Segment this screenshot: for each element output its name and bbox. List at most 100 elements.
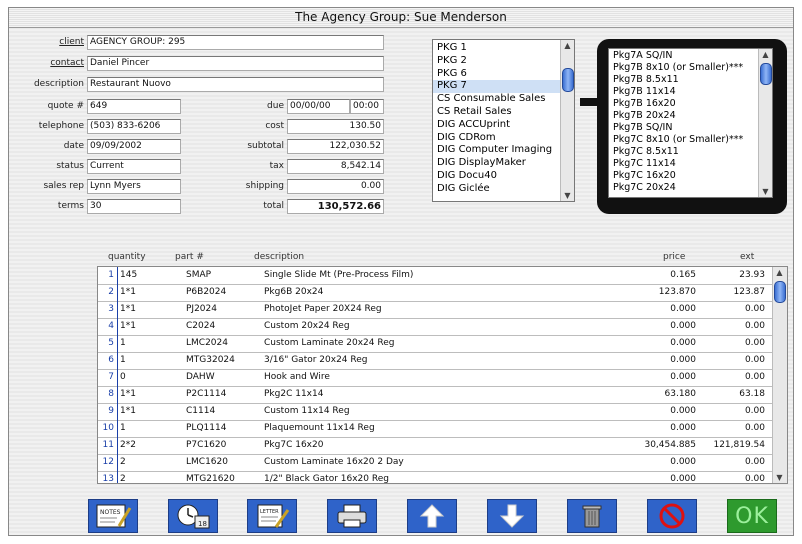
terms-field[interactable]: 30 [87, 199, 181, 214]
cell-qty[interactable]: 1 [120, 335, 180, 352]
scroll-thumb[interactable] [774, 281, 786, 303]
cell-qty[interactable]: 1*1 [120, 301, 180, 318]
category-list-item[interactable]: CS Retail Sales [433, 106, 574, 119]
product-list-item[interactable]: Pkg7C 8x10 (or Smaller)*** [609, 134, 772, 146]
cell-price[interactable]: 0.000 [568, 471, 696, 483]
cell-desc[interactable]: Pkg2C 11x14 [264, 386, 564, 403]
cell-price[interactable]: 0.000 [568, 301, 696, 318]
scroll-down-arrow-icon[interactable]: ▼ [773, 472, 786, 483]
cell-part[interactable]: P7C1620 [186, 437, 261, 454]
category-list-item[interactable]: DIG Giclée [433, 183, 574, 196]
cell-desc[interactable]: Custom 11x14 Reg [264, 403, 564, 420]
cell-price[interactable]: 123.870 [568, 284, 696, 301]
telephone-field[interactable]: (503) 833-6206 [87, 119, 181, 134]
table-row[interactable]: 1 145 SMAP Single Slide Mt (Pre-Process Fil… [98, 267, 772, 285]
cell-ext[interactable]: 0.00 [700, 335, 765, 352]
category-list[interactable]: PKG 1 PKG 2 PKG 6 PKG 7 CS Consumable Sales C… [432, 39, 575, 202]
cell-part[interactable]: P6B2024 [186, 284, 261, 301]
product-list-item[interactable]: Pkg7A SQ/IN [609, 50, 772, 62]
quote-number-field[interactable]: 649 [87, 99, 181, 114]
category-list-item[interactable]: PKG 1 [433, 42, 574, 55]
cell-ext[interactable]: 121,819.54 [700, 437, 765, 454]
due-time-field[interactable]: 00:00 [350, 99, 384, 114]
category-list-scrollbar[interactable]: ▲ ▼ [560, 40, 574, 201]
product-list-item[interactable]: Pkg7B 8x10 (or Smaller)*** [609, 62, 772, 74]
notes-button[interactable]: NOTES [88, 499, 138, 533]
cell-part[interactable]: C1114 [186, 403, 261, 420]
product-list-item[interactable]: Pkg7B 8.5x11 [609, 74, 772, 86]
cell-qty[interactable]: 1*1 [120, 403, 180, 420]
cell-price[interactable]: 63.180 [568, 386, 697, 403]
cell-ext[interactable]: 0.00 [700, 454, 765, 471]
scroll-thumb[interactable] [760, 63, 772, 85]
cell-ext[interactable]: 63.18 [700, 386, 765, 403]
cell-desc[interactable]: 1/2" Black Gator 16x20 Reg [264, 471, 564, 483]
scroll-up-arrow-icon[interactable]: ▲ [773, 267, 786, 278]
cell-desc[interactable]: Pkg6B 20x24 [264, 284, 564, 301]
cell-qty[interactable]: 2 [120, 471, 180, 483]
due-date-field[interactable]: 00/00/00 [287, 99, 350, 114]
cell-qty[interactable]: 2 [120, 454, 180, 471]
subtotal-field[interactable]: 122,030.52 [287, 139, 384, 154]
table-row[interactable]: 10 1 PLQ1114 Plaquemount 11x14 Reg 0.000 0.00 [98, 420, 772, 438]
table-scrollbar[interactable]: ▲ ▼ [772, 267, 787, 483]
product-list-scrollbar[interactable]: ▲ ▼ [758, 49, 772, 197]
product-list-item[interactable]: Pkg7C 20x24 [609, 182, 772, 194]
category-list-item[interactable]: DIG DisplayMaker [433, 157, 574, 170]
delete-button[interactable] [567, 499, 617, 533]
cell-desc[interactable]: PhotoJet Paper 20X24 Reg [264, 301, 564, 318]
product-list[interactable]: Pkg7A SQ/IN Pkg7B 8x10 (or Smaller)*** Pkg… [608, 48, 773, 198]
table-row[interactable]: 4 1*1 C2024 Custom 20x24 Reg 0.000 0.00 [98, 318, 772, 336]
scroll-thumb[interactable] [562, 68, 574, 92]
table-row[interactable]: 9 1*1 C1114 Custom 11x14 Reg 0.000 0.00 [98, 403, 772, 421]
cell-price[interactable]: 0.000 [568, 369, 696, 386]
cancel-button[interactable] [647, 499, 697, 533]
category-list-item[interactable]: DIG ACCUprint [433, 119, 574, 132]
table-row[interactable]: 12 2 LMC1620 Custom Laminate 16x20 2 Day 0.0… [98, 454, 772, 472]
cell-part[interactable]: MTG32024 [186, 352, 261, 369]
cell-ext[interactable]: 0.00 [700, 301, 765, 318]
cell-ext[interactable]: 0.00 [700, 352, 765, 369]
shipping-field[interactable]: 0.00 [287, 179, 384, 194]
product-list-item[interactable]: Pkg7B 16x20 [609, 98, 772, 110]
cell-price[interactable]: 0.000 [568, 335, 696, 352]
cell-desc[interactable]: Single Slide Mt (Pre-Process Film) [264, 267, 564, 284]
product-list-item[interactable]: Pkg7C 16x20 [609, 170, 772, 182]
cell-part[interactable]: C2024 [186, 318, 261, 335]
table-row[interactable]: 7 0 DAHW Hook and Wire 0.000 0.00 [98, 369, 772, 387]
cell-qty[interactable]: 1*1 [120, 284, 180, 301]
cell-ext[interactable]: 0.00 [700, 471, 765, 483]
cell-part[interactable]: SMAP [186, 267, 261, 284]
status-field[interactable]: Current [87, 159, 181, 174]
cell-price[interactable]: 0.000 [568, 420, 696, 437]
cell-part[interactable]: P2C1114 [186, 386, 261, 403]
product-list-item[interactable]: Pkg7B SQ/IN [609, 122, 772, 134]
table-row[interactable]: 5 1 LMC2024 Custom Laminate 20x24 Reg 0.000 0… [98, 335, 772, 353]
scroll-down-arrow-icon[interactable]: ▼ [759, 186, 772, 197]
client-field[interactable]: AGENCY GROUP: 295 [87, 35, 384, 50]
cell-price[interactable]: 0.000 [568, 403, 696, 420]
cell-ext[interactable]: 0.00 [700, 403, 765, 420]
cell-desc[interactable]: Custom Laminate 16x20 2 Day [264, 454, 564, 471]
cell-qty[interactable]: 1*1 [120, 318, 180, 335]
cell-part[interactable]: LMC2024 [186, 335, 261, 352]
category-list-item[interactable]: DIG Docu40 [433, 170, 574, 183]
date-field[interactable]: 09/09/2002 [87, 139, 181, 154]
cell-ext[interactable]: 23.93 [700, 267, 765, 284]
total-field[interactable]: 130,572.66 [287, 199, 384, 214]
cell-price[interactable]: 30,454.885 [568, 437, 696, 454]
move-down-button[interactable] [487, 499, 537, 533]
cell-qty[interactable]: 1 [120, 420, 180, 437]
category-list-item[interactable]: PKG 6 [433, 68, 574, 81]
table-row[interactable]: 6 1 MTG32024 3/16" Gator 20x24 Reg 0.000 0.00 [98, 352, 772, 370]
cell-desc[interactable]: Plaquemount 11x14 Reg [264, 420, 564, 437]
category-list-item[interactable]: DIG CDRom [433, 132, 574, 145]
cell-ext[interactable]: 123.87 [700, 284, 766, 301]
cell-qty[interactable]: 1*1 [120, 386, 180, 403]
cell-desc[interactable]: Pkg7C 16x20 [264, 437, 564, 454]
cell-part[interactable]: LMC1620 [186, 454, 261, 471]
client-label[interactable]: client [29, 37, 84, 47]
cell-part[interactable]: PLQ1114 [186, 420, 261, 437]
calendar-button[interactable]: 18 [168, 499, 218, 533]
contact-label[interactable]: contact [29, 58, 84, 68]
